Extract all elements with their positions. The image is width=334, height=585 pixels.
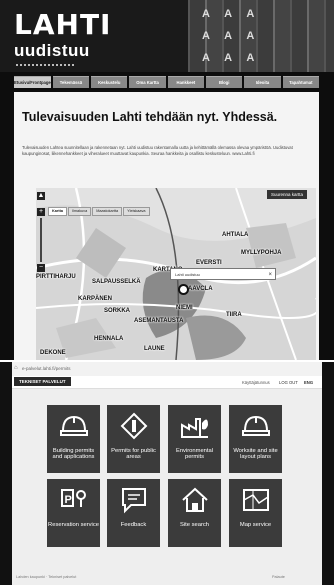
tile-site-search[interactable]: Site search bbox=[168, 479, 221, 547]
tile-label: Reservation service bbox=[48, 522, 99, 528]
sign-icon bbox=[120, 412, 148, 440]
intro-text: Tulevaisuuden Lahtea suunnitellaan ja ra… bbox=[22, 145, 293, 156]
footer-text: Lahden kaupunki · Tekniset palvelut bbox=[16, 575, 77, 579]
main-nav: Etusivu/Frontpage Tekemässä Keskustelu O… bbox=[14, 76, 319, 88]
close-icon[interactable]: × bbox=[268, 269, 272, 281]
tile-environmental[interactable]: Environmental permits bbox=[168, 405, 221, 473]
zoom-out-button[interactable]: − bbox=[37, 264, 45, 272]
tile-label: Map service bbox=[239, 522, 272, 528]
map-popup: Lahti uudistuu × bbox=[170, 268, 276, 280]
feedback-link[interactable]: Palaute bbox=[272, 575, 285, 579]
user-name[interactable]: Käyttäjätunnus bbox=[242, 380, 270, 385]
map-label: SORKKA bbox=[104, 308, 131, 314]
tile-label: Worksite and site layout plans bbox=[233, 448, 278, 461]
home-icon bbox=[182, 487, 208, 512]
address-text[interactable]: e-palvelut.lahti.fi/permits bbox=[22, 366, 71, 371]
logo-lahti[interactable]: LAHTI bbox=[14, 8, 111, 41]
tile-label: Building permits and applications bbox=[52, 448, 95, 461]
map-type-tabs: Kartta Ilmakuva Maastokartta Yleiskaava bbox=[48, 207, 150, 216]
logo-dots bbox=[16, 64, 76, 66]
map-label: LAUNE bbox=[144, 346, 165, 352]
factory-icon bbox=[181, 418, 208, 438]
tile-label: Site search bbox=[180, 522, 209, 528]
map-label: AAVCLA bbox=[188, 286, 213, 292]
tile-worksite[interactable]: Worksite and site layout plans bbox=[229, 405, 282, 473]
pattern-letters: A A A bbox=[202, 8, 261, 20]
header-pattern: A A A A A A A A A bbox=[188, 0, 334, 72]
map-label: MYLLYPOHJA bbox=[241, 250, 282, 256]
pattern-letters: A A A bbox=[202, 30, 261, 42]
tile-label: Environmental permits bbox=[175, 448, 214, 461]
nav-item-tapahtumat[interactable]: Tapahtumat bbox=[282, 76, 319, 88]
tile-label: Feedback bbox=[120, 522, 147, 528]
tile-building-permits[interactable]: Building permits and applications bbox=[47, 405, 100, 473]
tile-reservation[interactable]: P Reservation service bbox=[47, 479, 100, 547]
logo-uudistuu[interactable]: uudistuu bbox=[14, 41, 90, 61]
tile-feedback[interactable]: Feedback bbox=[107, 479, 160, 547]
map-label: AHTIALA bbox=[222, 232, 249, 238]
map-popup-text: Lahti uudistuu bbox=[175, 272, 200, 277]
nav-item-blogi[interactable]: Blogi bbox=[206, 76, 243, 88]
service-brand[interactable]: TEKNISET PALVELUT bbox=[14, 377, 71, 386]
map-label: HENNALA bbox=[94, 336, 124, 342]
parking-icon: P bbox=[61, 489, 86, 507]
map-tab-yleiskaava[interactable]: Yleiskaava bbox=[123, 207, 150, 216]
nav-item-tekemassa[interactable]: Tekemässä bbox=[52, 76, 90, 88]
nav-item-ideoita[interactable]: Ideoita bbox=[244, 76, 281, 88]
map-tab-ilmakuva[interactable]: Ilmakuva bbox=[67, 207, 92, 216]
feedback-icon bbox=[122, 488, 146, 514]
service-tiles: Building permits and applications Permit… bbox=[47, 405, 282, 555]
map-label: TIIRA bbox=[226, 312, 242, 318]
nav-item-keskustelu[interactable]: Keskustelu bbox=[91, 76, 128, 88]
nav-item-oma-kartta[interactable]: Oma Kartta bbox=[129, 76, 166, 88]
nav-item-frontpage[interactable]: Etusivu/Frontpage bbox=[14, 76, 51, 88]
map-label: NIEMI bbox=[176, 305, 193, 311]
zoom-slider[interactable] bbox=[40, 218, 42, 262]
map-label: EVERSTI bbox=[196, 260, 222, 266]
logout-link[interactable]: LOG OUT bbox=[279, 380, 298, 385]
map-label: DEKONE bbox=[40, 350, 66, 356]
tile-public-areas[interactable]: Permits for public areas bbox=[107, 405, 160, 473]
map-icon bbox=[243, 489, 269, 511]
svg-text:P: P bbox=[65, 494, 72, 506]
language-select[interactable]: ENG bbox=[304, 380, 313, 385]
tile-label: Permits for public areas bbox=[111, 448, 156, 461]
page-icon: ⌂ bbox=[14, 365, 18, 371]
nav-item-hankkeet[interactable]: Hankkeet bbox=[167, 76, 205, 88]
map-tab-kartta[interactable]: Kartta bbox=[48, 207, 67, 216]
map-label: ASEMANTAUSTA bbox=[134, 318, 184, 324]
map-zoom-control: ▲ + − bbox=[37, 192, 45, 277]
hardhat-icon bbox=[60, 415, 88, 436]
map-pin-icon[interactable] bbox=[178, 284, 189, 295]
pan-up-icon[interactable]: ▲ bbox=[37, 192, 45, 200]
enlarge-map-button[interactable]: Suurenna kartta bbox=[267, 190, 308, 199]
map-label: KARPÄNEN bbox=[78, 296, 113, 302]
zoom-in-button[interactable]: + bbox=[37, 208, 45, 216]
hardhat-icon bbox=[242, 415, 270, 436]
map-tab-maastokartta[interactable]: Maastokartta bbox=[92, 207, 123, 216]
map-label: SALPAUSSELKÄ bbox=[92, 279, 141, 285]
pattern-letters: A A A bbox=[202, 52, 261, 64]
page-title: Tulevaisuuden Lahti tehdään nyt. Yhdessä… bbox=[22, 110, 278, 124]
tile-map-service[interactable]: Map service bbox=[229, 479, 282, 547]
